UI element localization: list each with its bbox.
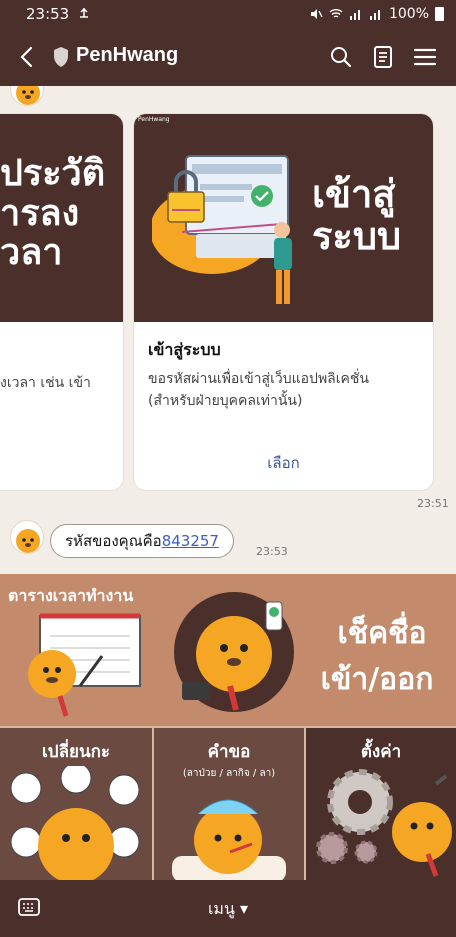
select-button[interactable]: เลือก [134,451,433,475]
tile-settings[interactable]: ตั้งค่า [304,726,456,880]
notes-icon[interactable] [370,44,396,70]
tile-check-in-out[interactable]: เช็คชื่อ เข้า/ออก [152,574,456,726]
signal-icon-2 [369,10,380,20]
battery-percent: 100% [388,6,429,22]
check-in-dog-illustration [174,592,294,712]
card-title: เข้าสู่ระบบ [148,340,221,359]
back-icon[interactable] [14,43,42,71]
battery-icon [435,7,444,21]
login-hero-line2: ระบบ [312,213,402,258]
tile-requests[interactable]: คำขอ (ลาป่วย / ลากิจ / ลา) [152,726,304,880]
brand-tag: PenHwang [138,116,170,123]
schedule-dog-illustration [28,613,141,717]
usb-icon [80,8,89,18]
page-title: PenHwang [76,44,179,66]
login-hero-image: PenHwang เข้าสู่ ระบบ [134,114,433,322]
card-left-hero-line3: วลา [0,232,63,274]
menu-icon[interactable] [412,44,438,70]
tile-requests-sublabel: (ลาป่วย / ลากิจ / ลา) [182,768,276,779]
tile-check-in-out-label-1: เช็คชื่อ [337,616,427,651]
message-timestamp: 23:53 [256,545,288,558]
tile-work-schedule[interactable]: ตารางเวลาทำงาน [0,574,152,726]
card-left-desc: งเวลา เช่น เข้า [0,375,91,391]
status-bar: 23:53 100% [0,0,456,28]
rich-menu: ตารางเวลาทำงาน เช็คชื่อ เข้า/ออก เปลี่ยน… [0,574,456,880]
message-prefix: รหัสของคุณคือ [65,532,162,550]
sick-dog-illustration [172,799,286,880]
computer-login-illustration [152,155,292,304]
code-link[interactable]: 843257 [162,532,219,550]
carousel-card-previous[interactable]: ประวัติ ารลง วลา งเวลา เช่น เข้า [0,114,123,490]
app-header: PenHwang [0,28,456,86]
gears-dog-illustration [316,769,452,877]
shift-clocks-illustration [10,766,140,880]
status-time: 23:53 [26,5,70,23]
search-icon[interactable] [328,44,354,70]
mute-icon [310,9,323,19]
menu-toggle-button[interactable]: เมนู ▾ [0,897,456,922]
carousel-timestamp: 23:51 [417,497,449,510]
shield-icon [54,47,68,67]
chat-area[interactable]: ประวัติ ารลง วลา งเวลา เช่น เข้า PenHwan… [0,86,456,574]
bot-avatar-2 [10,520,44,554]
card-left-hero-line2: ารลง [0,192,80,234]
tile-shift-change[interactable]: เปลี่ยนกะ [0,726,152,880]
card-description: ขอรหัสผ่านเพื่อเข้าสู่เว็บแอปพลิเคชั่น (… [148,371,369,409]
tile-requests-label: คำขอ [207,742,251,762]
message-bubble: รหัสของคุณคือ 843257 [50,524,234,558]
bot-avatar [10,86,44,106]
tile-work-schedule-label: ตารางเวลาทำงาน [8,586,134,605]
tile-settings-label: ตั้งค่า [360,742,402,762]
bottom-bar: เมนู ▾ [0,880,456,937]
login-hero-line1: เข้าสู่ [312,172,396,216]
tile-shift-change-label: เปลี่ยนกะ [41,742,111,762]
carousel-card-login[interactable]: PenHwang เข้าสู่ ระบบ เข้าสู่ระบบ ขอรหัส… [134,114,433,490]
tile-check-in-out-label-2: เข้า/ออก [320,662,434,697]
card-left-hero-line1: ประวัติ [0,153,106,194]
signal-icon [349,10,360,20]
wifi-icon [329,9,343,18]
